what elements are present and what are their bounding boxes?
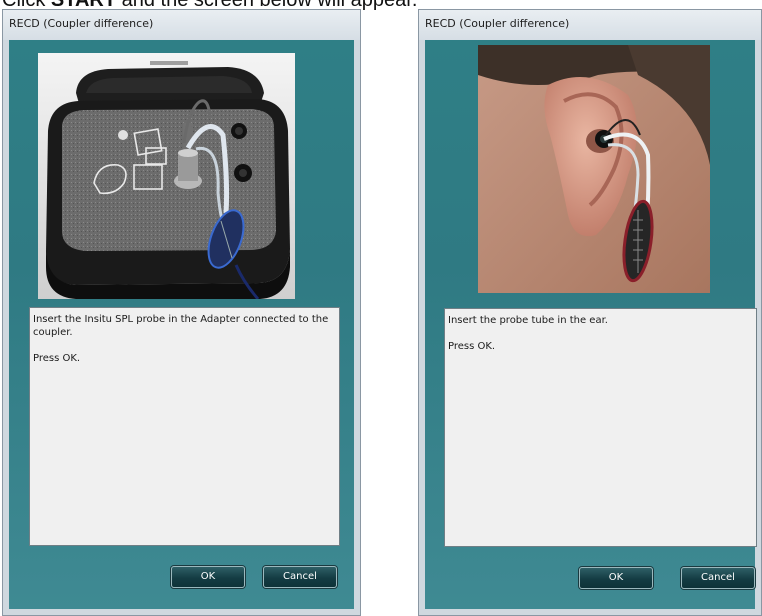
ear-probe-photo <box>478 45 710 293</box>
dialog-title: RECD (Coupler difference) <box>425 17 570 30</box>
instruction-line: Insert the Insitu SPL probe in the Adapt… <box>33 314 329 338</box>
ok-button[interactable]: OK <box>171 566 245 588</box>
dialog-content-panel: Insert the probe tube in the ear. Press … <box>425 40 757 609</box>
dialog-title: RECD (Coupler difference) <box>9 17 154 30</box>
dialog-content-panel: Insert the Insitu SPL probe in the Adapt… <box>9 40 354 609</box>
cancel-button[interactable]: Cancel <box>681 567 755 589</box>
recd-ear-dialog: RECD (Coupler difference) Insert the pro… <box>418 9 762 616</box>
dialog-titlebar[interactable]: RECD (Coupler difference) <box>3 10 360 40</box>
recd-coupler-dialog: RECD (Coupler difference) Insert the Ins… <box>2 9 361 616</box>
ok-button[interactable]: OK <box>579 567 653 589</box>
instruction-line: Press OK. <box>448 341 496 352</box>
coupler-photo <box>38 53 295 299</box>
cancel-button[interactable]: Cancel <box>263 566 337 588</box>
instruction-textbox: Insert the probe tube in the ear. Press … <box>444 308 757 547</box>
instruction-textbox: Insert the Insitu SPL probe in the Adapt… <box>29 307 340 546</box>
dialog-titlebar[interactable]: RECD (Coupler difference) <box>419 10 761 40</box>
instruction-line: Press OK. <box>33 353 81 364</box>
instruction-line: Insert the probe tube in the ear. <box>448 315 608 326</box>
